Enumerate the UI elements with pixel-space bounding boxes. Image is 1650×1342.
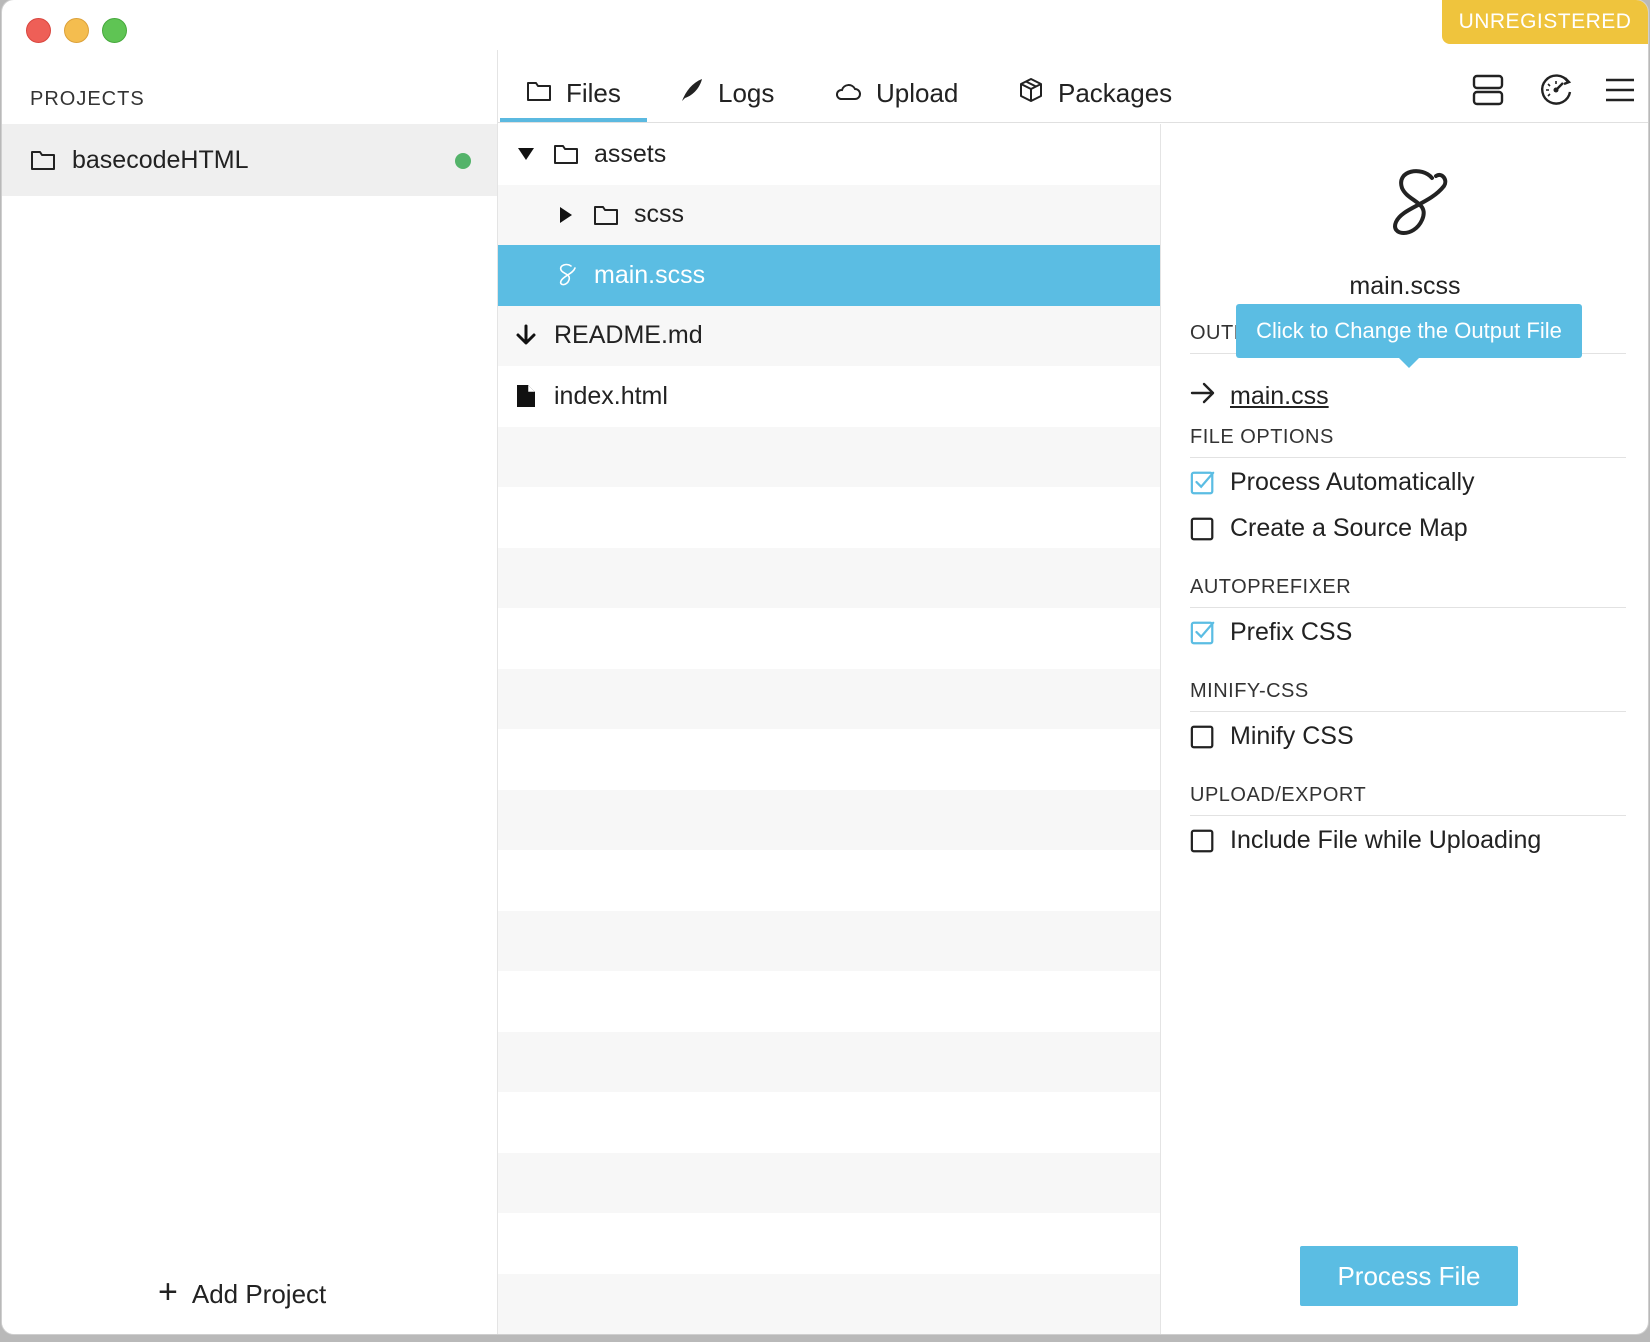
option-label: Create a Source Map <box>1230 514 1468 542</box>
selected-file-name: main.scss <box>1349 272 1461 300</box>
folder-icon <box>526 78 552 109</box>
empty-row <box>498 1092 1160 1153</box>
tree-item-label: main.scss <box>594 260 706 289</box>
section-file-options: FILE OPTIONS <box>1190 426 1626 458</box>
option-label: Prefix CSS <box>1230 618 1353 646</box>
tab-upload-label: Upload <box>876 77 959 108</box>
option-label: Process Automatically <box>1230 468 1475 496</box>
option-prefix-css[interactable]: Prefix CSS <box>1190 618 1352 647</box>
tree-item-readme[interactable]: README.md <box>498 305 1160 366</box>
file-tree: assets scss main.scss README.md index.ht… <box>498 124 1161 1334</box>
tree-item-main-scss[interactable]: main.scss <box>498 245 1160 306</box>
zoom-window-button[interactable] <box>102 18 127 43</box>
server-icon[interactable] <box>1468 70 1508 110</box>
cloud-icon <box>834 78 862 109</box>
checkbox-unchecked-icon[interactable] <box>1190 724 1216 750</box>
file-inspector: main.scss OUTPUT Click to Change the Out… <box>1162 124 1648 1334</box>
projects-heading: PROJECTS <box>30 88 145 110</box>
tab-files[interactable]: Files <box>500 64 647 122</box>
option-process-automatically[interactable]: Process Automatically <box>1190 468 1475 497</box>
tab-logs[interactable]: Logs <box>678 64 774 122</box>
tree-item-label: scss <box>634 200 684 229</box>
checkbox-unchecked-icon[interactable] <box>1190 828 1216 854</box>
option-label: Include File while Uploading <box>1230 826 1542 854</box>
tree-item-scss[interactable]: scss <box>498 184 1160 245</box>
tree-item-label: index.html <box>554 381 668 410</box>
tab-logs-label: Logs <box>718 77 775 108</box>
close-window-button[interactable] <box>26 18 51 43</box>
gauge-icon[interactable] <box>1536 70 1576 110</box>
checkbox-unchecked-icon[interactable] <box>1190 516 1216 542</box>
section-upload-export: UPLOAD/EXPORT <box>1190 784 1626 816</box>
sass-logo-icon <box>1378 164 1450 244</box>
add-project-label: Add Project <box>191 1279 327 1309</box>
menu-icon[interactable] <box>1600 70 1640 110</box>
empty-row <box>498 789 1160 850</box>
tree-item-index-html[interactable]: index.html <box>498 366 1160 427</box>
empty-row <box>498 1273 1160 1334</box>
tab-packages[interactable]: Packages <box>1018 64 1172 122</box>
empty-row <box>498 668 1160 729</box>
output-tooltip: Click to Change the Output File <box>1236 304 1582 368</box>
output-file-link[interactable]: main.css <box>1190 382 1329 411</box>
empty-row <box>498 608 1160 669</box>
file-icon <box>512 384 540 408</box>
window-controls <box>26 18 127 43</box>
empty-row <box>498 1213 1160 1274</box>
empty-row <box>498 910 1160 971</box>
empty-row <box>498 426 1160 487</box>
output-file-name[interactable]: main.css <box>1230 382 1329 411</box>
option-create-source-map[interactable]: Create a Source Map <box>1190 514 1468 543</box>
checkbox-checked-icon[interactable] <box>1190 470 1216 496</box>
add-project-button[interactable]: + Add Project <box>158 1275 327 1310</box>
tab-files-label: Files <box>566 77 621 108</box>
empty-row <box>498 1031 1160 1092</box>
project-status-dot <box>455 153 471 169</box>
project-name: basecodeHTML <box>72 145 249 174</box>
project-item-basecodehtml[interactable]: basecodeHTML <box>2 124 497 196</box>
triangle-down-icon[interactable] <box>516 147 536 161</box>
tree-item-label: assets <box>594 139 667 168</box>
empty-row <box>498 971 1160 1032</box>
feather-icon <box>678 77 704 110</box>
folder-icon <box>592 204 620 226</box>
empty-row <box>498 729 1160 790</box>
option-include-file-uploading[interactable]: Include File while Uploading <box>1190 826 1541 855</box>
tab-bar: Files Logs Upload Packages <box>498 50 1648 123</box>
package-icon <box>1018 77 1044 110</box>
minimize-window-button[interactable] <box>64 18 89 43</box>
tree-item-label: README.md <box>554 321 703 350</box>
tab-packages-label: Packages <box>1058 77 1173 108</box>
empty-row <box>498 1152 1160 1213</box>
unregistered-badge[interactable]: UNREGISTERED <box>1442 0 1648 44</box>
plus-icon: + <box>158 1272 178 1311</box>
folder-icon <box>552 143 580 165</box>
checkbox-checked-icon[interactable] <box>1190 620 1216 646</box>
process-file-button[interactable]: Process File <box>1300 1246 1518 1306</box>
empty-row <box>498 487 1160 548</box>
section-autoprefixer: AUTOPREFIXER <box>1190 576 1626 608</box>
folder-icon <box>30 146 58 174</box>
tab-upload[interactable]: Upload <box>834 64 958 122</box>
triangle-right-icon[interactable] <box>556 206 576 224</box>
empty-row <box>498 850 1160 911</box>
tree-item-assets[interactable]: assets <box>498 124 1160 185</box>
section-minify-css: MINIFY-CSS <box>1190 680 1626 712</box>
option-label: Minify CSS <box>1230 722 1354 750</box>
projects-sidebar: PROJECTS basecodeHTML + Add Project <box>2 50 498 1334</box>
option-minify-css[interactable]: Minify CSS <box>1190 722 1354 751</box>
empty-row <box>498 547 1160 608</box>
sass-icon <box>552 262 580 288</box>
arrow-right-icon <box>1190 382 1216 411</box>
app-window: UNREGISTERED PROJECTS basecodeHTML + Add… <box>2 0 1648 1334</box>
download-icon <box>512 324 540 348</box>
